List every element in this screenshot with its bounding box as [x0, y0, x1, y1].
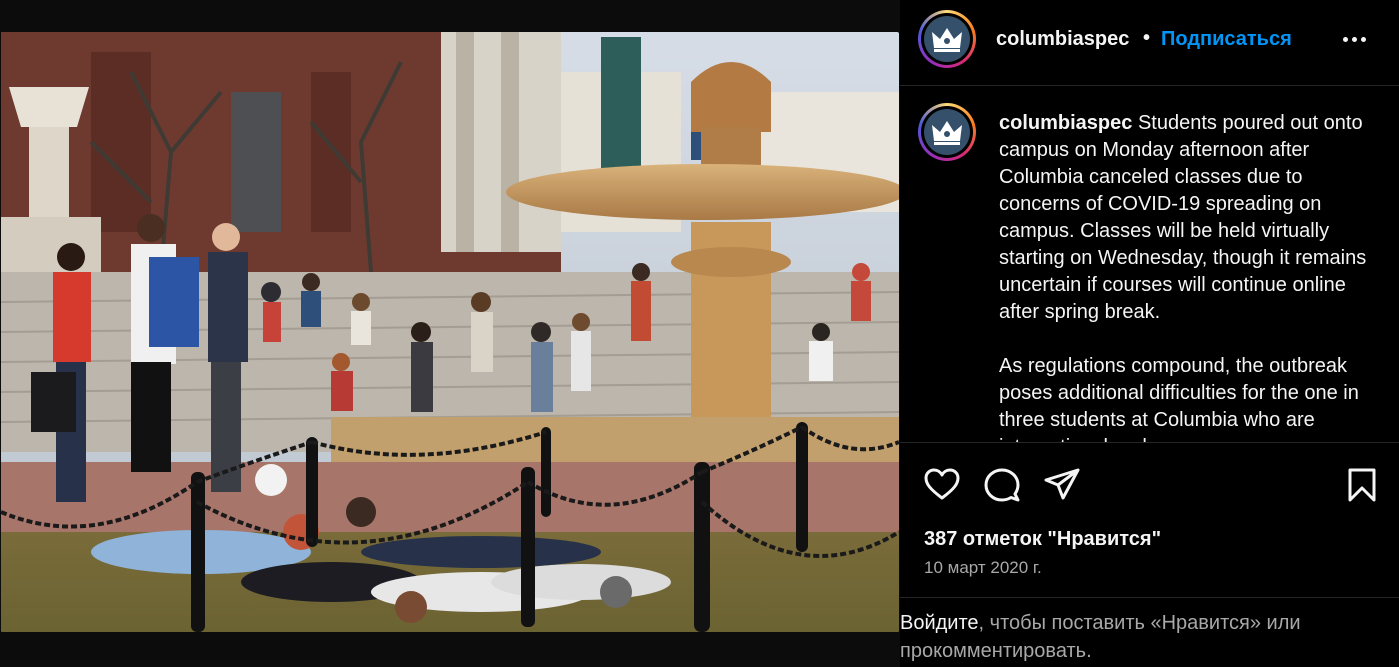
media-pane: [0, 0, 900, 667]
account-avatar[interactable]: [918, 10, 976, 68]
bookmark-icon[interactable]: [1342, 465, 1382, 505]
login-prompt: Войдите, чтобы поставить «Нравится» или …: [900, 597, 1399, 667]
separator-dot: •: [1143, 27, 1151, 49]
account-username[interactable]: columbiaspec: [996, 28, 1129, 51]
caption-username[interactable]: columbiaspec: [999, 112, 1132, 134]
login-link[interactable]: Войдите: [900, 612, 979, 634]
post-photo[interactable]: [1, 32, 899, 632]
likes-count[interactable]: 387 отметок "Нравится": [924, 528, 1161, 551]
caption-text: Students poured out onto campus on Monda…: [999, 112, 1367, 442]
crown-logo-icon: [924, 16, 970, 62]
comment-icon[interactable]: [982, 465, 1022, 505]
crown-logo-icon: [924, 109, 970, 155]
post-sidebar: columbiaspec • Подписаться columbiaspec …: [900, 0, 1399, 667]
post-header: columbiaspec • Подписаться: [900, 0, 1399, 86]
post-actions: 387 отметок "Нравится" 10 март 2020 г.: [900, 442, 1399, 597]
share-icon[interactable]: [1042, 465, 1082, 505]
campus-photo-illustration: [1, 32, 899, 632]
post-caption: columbiaspec Students poured out onto ca…: [999, 110, 1369, 442]
more-options-icon[interactable]: [1334, 26, 1374, 52]
post-date[interactable]: 10 март 2020 г.: [924, 558, 1042, 578]
heart-icon[interactable]: [922, 465, 962, 505]
caption-area: columbiaspec Students poured out onto ca…: [900, 87, 1399, 442]
caption-avatar[interactable]: [918, 103, 976, 161]
follow-button[interactable]: Подписаться: [1161, 28, 1292, 51]
